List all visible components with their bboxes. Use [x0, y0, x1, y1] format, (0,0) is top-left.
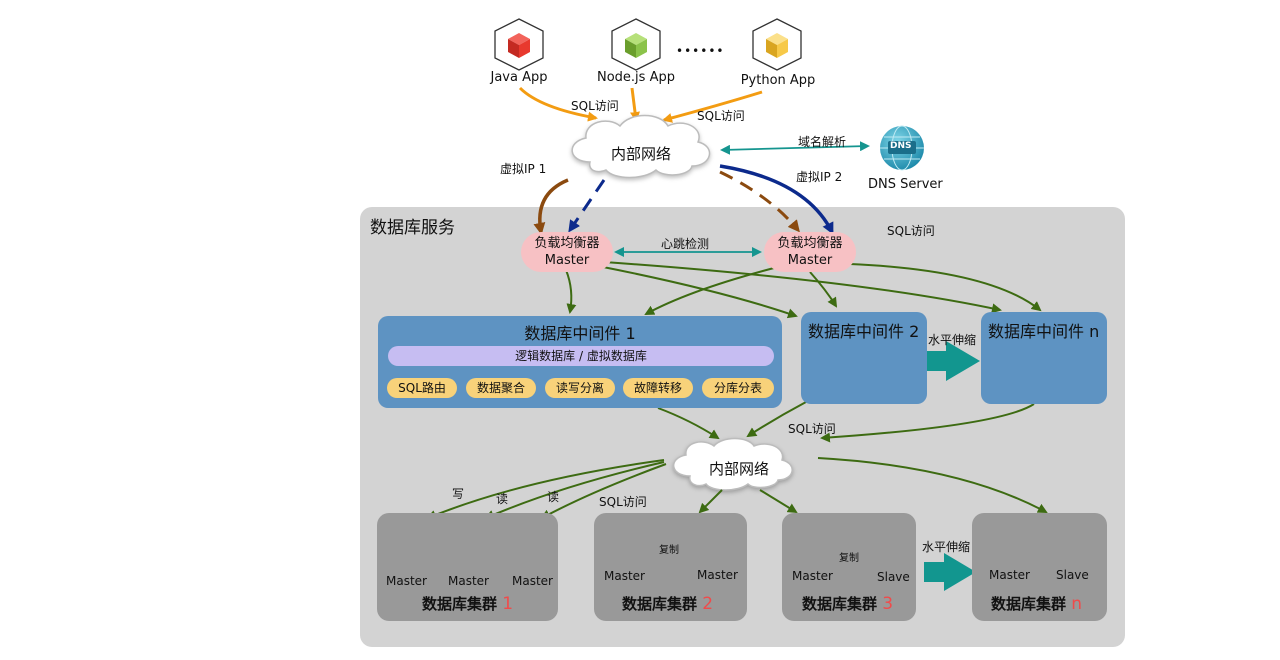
- middleware-2-title: 数据库中间件 2: [808, 322, 920, 341]
- vip1-dashed-arrow: [568, 179, 606, 233]
- logic-database-bar: 逻辑数据库 / 虚拟数据库: [388, 346, 774, 366]
- vip2-dashed-arrow: [719, 170, 800, 233]
- python-app-label: Python App: [740, 73, 816, 88]
- cluster-1-num: 1: [502, 594, 514, 614]
- dns-resolve-label: 域名解析: [798, 135, 847, 149]
- cluster3-node2-label: Slave: [877, 570, 910, 584]
- middleware-1-title: 数据库中间件 1: [524, 324, 636, 343]
- cluster2-replicate-label: 复制: [659, 545, 679, 556]
- nodejs-app-icon: [611, 18, 661, 71]
- lb2-mwn-arrow: [849, 263, 1042, 312]
- lb2-name: 负载均衡器: [777, 236, 843, 251]
- java-app-icon: [494, 18, 544, 71]
- middleware-n-title: 数据库中间件 n: [988, 322, 1100, 341]
- java-app-label: Java App: [490, 70, 548, 85]
- cluster-3-num: 3: [882, 594, 894, 614]
- cluster-1-label: 数据库集群 1: [422, 593, 513, 614]
- python-app-icon: [752, 18, 802, 71]
- heartbeat-label: 心跳检测: [661, 237, 710, 251]
- sql-access-label-mw: SQL访问: [788, 422, 836, 436]
- nodejs-app-label: Node.js App: [597, 70, 675, 85]
- cluster-3-name: 数据库集群: [802, 595, 878, 613]
- cluster2-node1-label: Master: [604, 569, 645, 583]
- vip1-solid-arrow: [533, 178, 569, 235]
- cluster3-replicate-label: 复制: [839, 553, 859, 564]
- read-label-1: 读: [496, 492, 509, 506]
- node-sql-arrow: [630, 87, 640, 122]
- lb2-mw2-arrow: [809, 271, 838, 308]
- cluster-2-name: 数据库集群: [622, 595, 698, 613]
- cluster2-node2-label: Master: [697, 568, 738, 582]
- clustern-node2-label: Slave: [1056, 568, 1089, 582]
- lb2-role: Master: [787, 253, 833, 268]
- lb1-role: Master: [544, 253, 590, 268]
- sql-access-label-cluster: SQL访问: [599, 495, 647, 509]
- cluster-scale-label: 水平伸缩: [922, 540, 971, 554]
- write-label: 写: [452, 487, 465, 501]
- load-balancer-2: 负载均衡器 Master: [764, 232, 856, 272]
- cluster-n-label: 数据库集群 n: [991, 593, 1082, 614]
- cluster1-node3-label: Master: [512, 574, 553, 588]
- dns-resolve-arrow: [720, 141, 870, 155]
- cluster-n-name: 数据库集群: [991, 595, 1067, 613]
- feature-rw-split: 读写分离: [545, 378, 615, 398]
- cluster-2-num: 2: [702, 594, 714, 614]
- sql-access-label-java: SQL访问: [571, 99, 619, 113]
- net-cluster3-arrow: [759, 489, 798, 514]
- dns-server-label: DNS Server: [868, 177, 943, 192]
- lb1-mw1-arrow: [565, 269, 577, 314]
- lb1-name: 负载均衡器: [534, 236, 600, 251]
- feature-data-aggregation: 数据聚合: [466, 378, 536, 398]
- cluster-scale-arrow: [924, 553, 976, 591]
- feature-sql-routing: SQL路由: [387, 378, 457, 398]
- feature-failover: 故障转移: [623, 378, 693, 398]
- mwn-net-arrow: [820, 403, 1035, 443]
- apps-ellipsis: ••••••: [676, 44, 725, 58]
- load-balancer-1: 负载均衡器 Master: [521, 232, 613, 272]
- sql-access-label-lb: SQL访问: [887, 224, 935, 238]
- network-label-bottom: 内部网络: [709, 460, 770, 478]
- cluster-3-label: 数据库集群 3: [802, 593, 893, 614]
- cluster-1-name: 数据库集群: [422, 595, 498, 613]
- mw-scale-label: 水平伸缩: [928, 333, 977, 347]
- sql-access-label-python: SQL访问: [697, 109, 745, 123]
- read-label-2: 读: [547, 490, 560, 504]
- clustern-node1-label: Master: [989, 568, 1030, 582]
- cluster3-node1-label: Master: [792, 569, 833, 583]
- net-cluster2-arrow: [698, 489, 723, 514]
- cluster-n-num: n: [1071, 594, 1083, 614]
- vip1-label: 虚拟IP 1: [500, 162, 547, 176]
- network-label-top: 内部网络: [611, 145, 672, 163]
- cluster1-node1-label: Master: [386, 574, 427, 588]
- net-clustern-arrow: [817, 457, 1048, 513]
- dns-icon-text: DNS: [890, 141, 912, 151]
- cluster1-node2-label: Master: [448, 574, 489, 588]
- feature-sharding: 分库分表: [702, 378, 774, 398]
- mw1-net-arrow: [657, 407, 720, 440]
- cluster-2-label: 数据库集群 2: [622, 593, 713, 614]
- vip2-label: 虚拟IP 2: [796, 170, 843, 184]
